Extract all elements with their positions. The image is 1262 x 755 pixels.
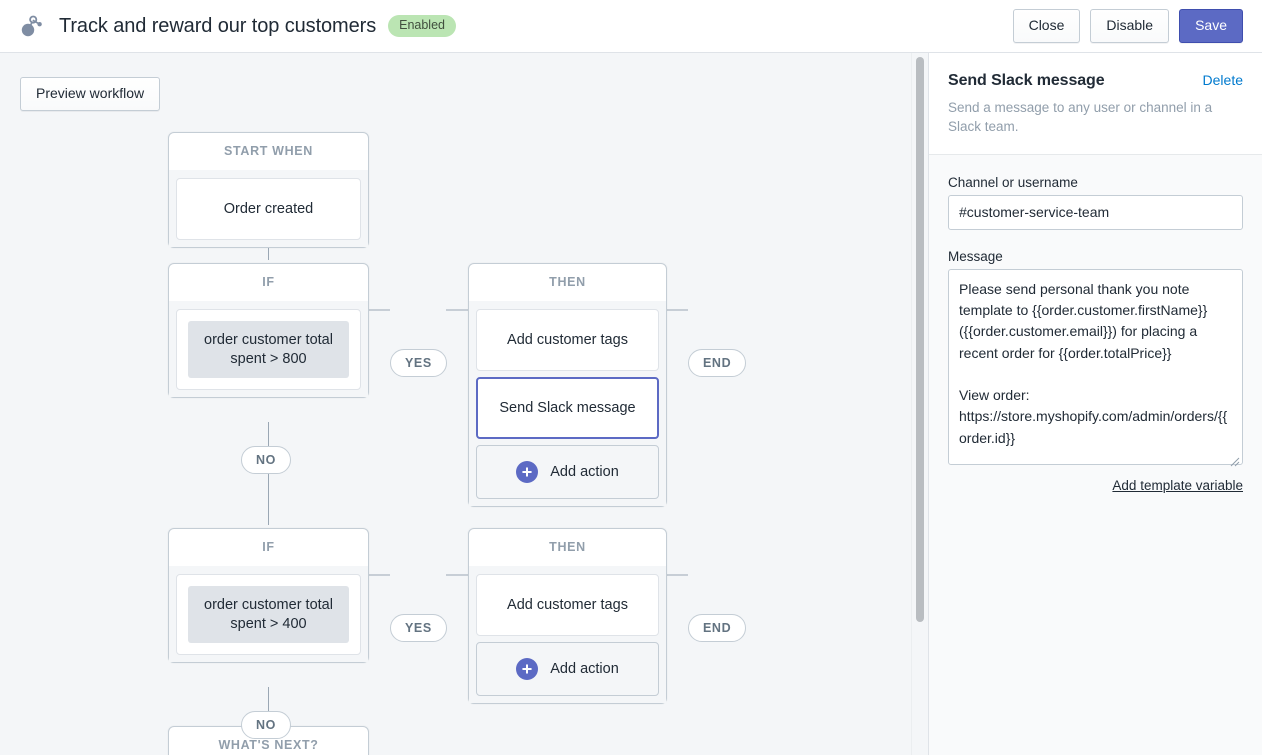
pill-yes-2: YES [390, 614, 447, 642]
page-title: Track and reward our top customers [59, 14, 377, 37]
panel-header: Send Slack message Delete Send a message… [929, 53, 1262, 154]
node-start-when[interactable]: START WHEN Order created [168, 132, 369, 248]
add-action-button-2[interactable]: Add action [476, 642, 659, 696]
pill-end-2: END [688, 614, 747, 642]
pill-yes-1: YES [390, 349, 447, 377]
status-badge: Enabled [388, 15, 456, 37]
node-if-2-body: order customer total spent > 400 [169, 566, 368, 663]
node-if-1-header: IF [262, 275, 275, 289]
channel-field: Channel or username [948, 175, 1243, 230]
add-action-button-1[interactable]: Add action [476, 445, 659, 499]
workflow-node-logo-icon [21, 15, 42, 37]
add-action-label-1: Add action [550, 464, 619, 480]
node-if-1[interactable]: IF order customer total spent > 800 [168, 263, 369, 399]
workflow-canvas[interactable]: Preview workflow START WHEN Order create… [0, 53, 928, 755]
node-then-1-body: Add customer tags Send Slack message Add… [469, 301, 666, 506]
condition-card-1[interactable]: order customer total spent > 800 [176, 309, 361, 391]
close-button[interactable]: Close [1012, 9, 1081, 43]
node-if-1-body: order customer total spent > 800 [169, 301, 368, 398]
condition-pill-2: order customer total spent > 400 [188, 586, 349, 644]
disable-button[interactable]: Disable [1090, 9, 1170, 43]
canvas-scrollbar[interactable] [911, 53, 927, 755]
pill-no-1: NO [241, 446, 291, 474]
channel-input[interactable] [948, 194, 1243, 230]
action-card-send-slack-message[interactable]: Send Slack message [476, 377, 659, 439]
panel-description: Send a message to any user or channel in… [948, 100, 1213, 135]
channel-label: Channel or username [948, 174, 1078, 190]
panel-title: Send Slack message [948, 72, 1105, 89]
add-action-label-2: Add action [550, 661, 619, 677]
save-button[interactable]: Save [1179, 9, 1243, 43]
delete-link[interactable]: Delete [1203, 72, 1243, 88]
message-label: Message [948, 248, 1003, 264]
node-start-when-body: Order created [169, 170, 368, 247]
node-start-when-header: START WHEN [224, 144, 313, 158]
node-then-1-header: THEN [549, 275, 586, 289]
node-then-2-body: Add customer tags Add action [469, 566, 666, 703]
node-then-2-header: THEN [549, 540, 586, 554]
topbar-actions: Close Disable Save [1012, 9, 1243, 43]
plus-icon [516, 658, 539, 680]
top-bar: Track and reward our top customers Enabl… [0, 0, 1262, 53]
node-if-2-header: IF [262, 540, 275, 554]
condition-pill-1: order customer total spent > 800 [188, 321, 349, 379]
node-then-2[interactable]: THEN Add customer tags Add action [468, 528, 667, 704]
panel-form: Channel or username Message Add template… [929, 154, 1262, 755]
pill-no-2: NO [241, 711, 291, 739]
node-if-2[interactable]: IF order customer total spent > 400 [168, 528, 369, 664]
action-card-add-customer-tags[interactable]: Add customer tags [476, 309, 659, 371]
plus-icon [516, 461, 539, 483]
action-settings-panel: Send Slack message Delete Send a message… [928, 53, 1262, 755]
trigger-card-order-created[interactable]: Order created [176, 178, 361, 240]
pill-end-1: END [688, 349, 747, 377]
canvas-scrollbar-thumb[interactable] [916, 57, 924, 622]
node-then-1[interactable]: THEN Add customer tags Send Slack messag… [468, 263, 667, 507]
message-field: Message Add template variable [948, 249, 1243, 493]
action-card-add-customer-tags-2[interactable]: Add customer tags [476, 574, 659, 636]
add-template-variable-link[interactable]: Add template variable [948, 478, 1243, 493]
condition-card-2[interactable]: order customer total spent > 400 [176, 574, 361, 656]
message-textarea[interactable] [948, 268, 1243, 465]
